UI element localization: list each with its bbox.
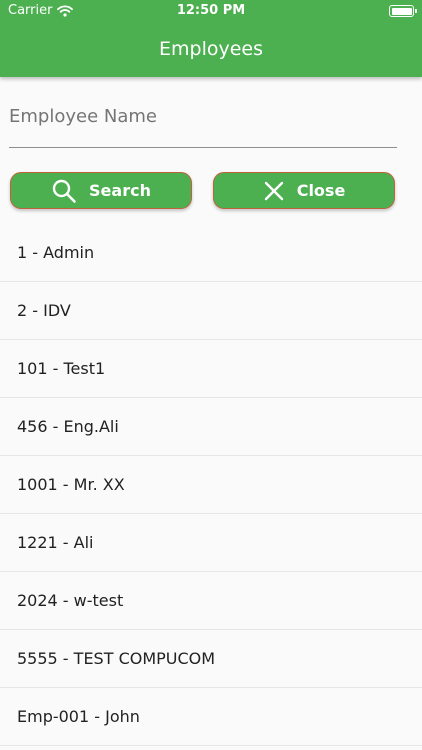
close-button-label: Close [296,181,346,200]
battery-icon [389,5,417,17]
close-button[interactable]: Close [213,172,395,209]
search-button-label: Search [89,181,151,200]
search-icon [52,179,76,203]
page-title: Employees [159,38,263,60]
employee-name-field [9,96,397,148]
employee-list-item[interactable]: 1001 - Mr. XX [0,456,422,514]
employee-list: 1 - Admin 2 - IDV 101 - Test1 456 - Eng.… [0,224,422,746]
status-time: 12:50 PM [176,3,246,18]
status-bar: Carrier 12:50 PM [0,0,422,22]
employee-list-item[interactable]: Emp-001 - John [0,688,422,746]
employee-label: 1001 - Mr. XX [17,475,125,494]
employee-list-item[interactable]: 101 - Test1 [0,340,422,398]
employee-label: 1221 - Ali [17,533,94,552]
employee-list-item[interactable]: 1 - Admin [0,224,422,282]
employee-name-input[interactable] [9,96,397,136]
employee-label: 2024 - w-test [17,591,124,610]
employee-label: 1 - Admin [17,243,95,262]
employee-list-item[interactable]: 2024 - w-test [0,572,422,630]
employee-label: Emp-001 - John [17,707,140,726]
employee-label: 2 - IDV [17,301,71,320]
search-button[interactable]: Search [10,172,192,209]
app-screen: Carrier 12:50 PM Employees Search Clos [0,0,422,750]
employee-list-item[interactable]: 5555 - TEST COMPUCOM [0,630,422,688]
employee-label: 5555 - TEST COMPUCOM [17,649,216,668]
app-bar: Carrier 12:50 PM Employees [0,0,422,77]
close-icon [264,181,283,200]
employee-list-item[interactable]: 456 - Eng.Ali [0,398,422,456]
employee-list-item[interactable]: 1221 - Ali [0,514,422,572]
employee-label: 101 - Test1 [17,359,106,378]
employee-list-item[interactable]: 2 - IDV [0,282,422,340]
employee-label: 456 - Eng.Ali [17,417,119,436]
